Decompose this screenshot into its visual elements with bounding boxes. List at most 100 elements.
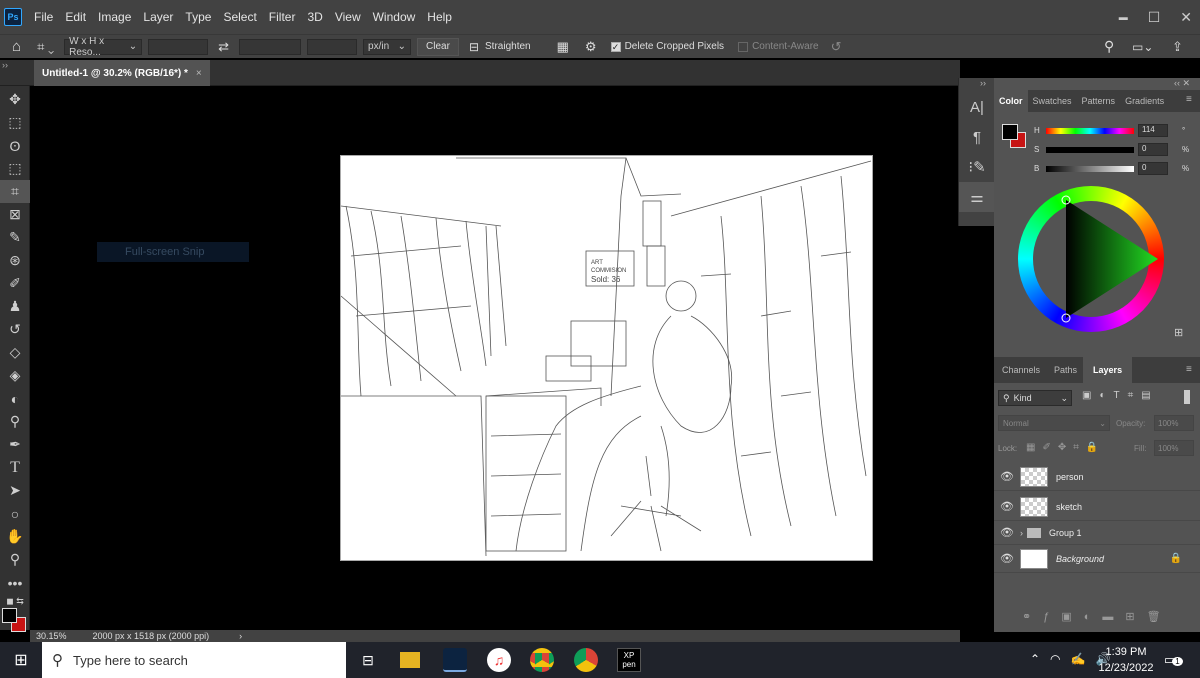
crop-tool-icon[interactable]: ⌗ [0, 180, 30, 203]
menu-edit[interactable]: Edit [59, 0, 92, 34]
crop-tool-preset-icon[interactable]: ⌗ ⌄ [37, 39, 54, 55]
content-aware-label[interactable]: Content-Aware [752, 41, 819, 52]
resolution-input[interactable] [307, 38, 358, 55]
straighten-label[interactable]: Straighten [485, 41, 531, 52]
layers-footer-icons[interactable]: ⚭ƒ▣◐▬⊞🗑 [1022, 610, 1173, 623]
layer-row-sketch[interactable]: 👁 sketch [994, 493, 1200, 521]
menu-file[interactable]: File [28, 0, 59, 34]
visibility-eye-icon[interactable]: 👁 [994, 552, 1020, 565]
hue-input[interactable]: 114 [1138, 124, 1168, 137]
windows-start-icon[interactable]: ⊞ [9, 648, 33, 672]
paragraph-panel-icon[interactable]: ¶ [959, 122, 995, 152]
lasso-tool-icon[interactable]: ʘ [0, 134, 30, 157]
color-fg-swatch[interactable] [1002, 124, 1018, 140]
itunes-icon[interactable]: ♫ [487, 648, 511, 672]
expand-group-icon[interactable]: › [1020, 528, 1023, 538]
saturation-slider[interactable] [1046, 146, 1134, 153]
path-selection-tool-icon[interactable]: ➤ [0, 479, 30, 502]
dodge-tool-icon[interactable]: ⚲ [0, 410, 30, 433]
maximize-button[interactable]: ☐ [1148, 9, 1161, 26]
object-select-tool-icon[interactable]: ⬚ [0, 157, 30, 180]
menu-select[interactable]: Select [217, 0, 262, 34]
menu-3d[interactable]: 3D [301, 0, 328, 34]
menu-view[interactable]: View [329, 0, 367, 34]
paint-bucket-tool-icon[interactable]: ◈ [0, 364, 30, 387]
xp-pen-icon[interactable]: XP pen [617, 648, 641, 672]
tab-swatches[interactable]: Swatches [1028, 96, 1077, 106]
tab-color[interactable]: Color [994, 90, 1028, 112]
tab-layers[interactable]: Layers [1083, 357, 1133, 383]
share-icon[interactable]: ⇪ [1172, 39, 1183, 55]
visibility-eye-icon[interactable]: 👁 [994, 500, 1020, 513]
brightness-input[interactable]: 0 [1138, 162, 1168, 175]
tab-gradients[interactable]: Gradients [1120, 96, 1169, 106]
blend-mode-select[interactable]: Normal ⌄ [998, 415, 1110, 431]
delete-cropped-label[interactable]: Delete Cropped Pixels [625, 41, 725, 52]
width-input[interactable] [148, 38, 209, 55]
tab-patterns[interactable]: Patterns [1077, 96, 1121, 106]
height-input[interactable] [239, 38, 302, 55]
panel-menu-icon[interactable]: ≡ [1186, 94, 1192, 105]
ratio-select[interactable]: W x H x Reso... ⌄ [64, 36, 143, 58]
task-view-icon[interactable]: ⊟ [356, 648, 380, 672]
grid-overlay-icon[interactable]: ▦ [557, 39, 569, 55]
ellipse-tool-icon[interactable]: ○ [0, 502, 30, 525]
visibility-eye-icon[interactable]: 👁 [994, 470, 1020, 483]
brightness-slider[interactable] [1046, 165, 1134, 172]
taskbar-search[interactable]: ⚲ Type here to search [42, 642, 346, 678]
filter-toggle-icon[interactable] [1184, 390, 1190, 404]
foreground-color-swatch[interactable] [2, 608, 17, 623]
visibility-eye-icon[interactable]: 👁 [994, 526, 1020, 539]
color-triangle[interactable] [1018, 186, 1164, 332]
document-tab[interactable]: Untitled-1 @ 30.2% (RGB/16*) * × [34, 60, 210, 86]
collapse-toolbar-icon[interactable]: ›› [2, 60, 8, 70]
notification-icon[interactable]: ▭1 [1164, 652, 1183, 668]
menu-image[interactable]: Image [92, 0, 137, 34]
clone-stamp-tool-icon[interactable]: ♟ [0, 295, 30, 318]
type-tool-icon[interactable]: T [0, 456, 30, 479]
search-icon[interactable]: ⚲ [1104, 38, 1114, 55]
tab-channels[interactable]: Channels [994, 365, 1048, 375]
expand-panels-icon[interactable]: ›› [980, 78, 986, 88]
file-explorer-icon[interactable] [400, 652, 420, 668]
minimize-button[interactable]: ▬ [1119, 12, 1128, 22]
chrome-icon[interactable] [530, 648, 554, 672]
filter-kind-select[interactable]: ⚲ Kind ⌄ [998, 390, 1072, 406]
healing-brush-tool-icon[interactable]: ⊛ [0, 249, 30, 272]
chevron-right-icon[interactable]: › [239, 631, 242, 641]
more-tools-icon[interactable]: ••• [0, 571, 30, 594]
straighten-icon[interactable]: ⊟ [469, 40, 479, 54]
brush-settings-icon[interactable]: ⁝✎ [959, 152, 995, 182]
properties-panel-icon[interactable]: ⚌ [959, 182, 995, 212]
color-wheel[interactable] [1018, 186, 1164, 332]
layers-panel-menu-icon[interactable]: ≡ [1186, 364, 1192, 375]
hue-slider[interactable] [1046, 127, 1134, 134]
fill-input[interactable]: 100% [1154, 440, 1194, 456]
gear-icon[interactable]: ⚙ [585, 39, 597, 55]
layer-row-background[interactable]: 👁 Background 🔒 [994, 545, 1200, 573]
reset-icon[interactable]: ↺ [831, 39, 842, 55]
blur-tool-icon[interactable]: ◐ [0, 387, 30, 410]
collapse-panel-icon[interactable]: ‹‹ ✕ [1174, 78, 1190, 89]
eyedropper-tool-icon[interactable]: ✎ [0, 226, 30, 249]
menu-filter[interactable]: Filter [263, 0, 302, 34]
add-color-icon[interactable]: ⊞ [1174, 326, 1183, 339]
pen-tool-icon[interactable]: ✒ [0, 433, 30, 456]
opacity-input[interactable]: 100% [1154, 415, 1194, 431]
close-button[interactable]: ✕ [1180, 9, 1192, 26]
chrome-profile-icon[interactable] [574, 648, 598, 672]
photoshop-taskbar-icon[interactable] [443, 648, 467, 672]
delete-cropped-checkbox[interactable]: ✓ [610, 41, 621, 52]
content-aware-checkbox[interactable] [738, 41, 749, 52]
tab-paths[interactable]: Paths [1048, 365, 1083, 375]
character-panel-icon[interactable]: A| [959, 92, 995, 122]
menu-window[interactable]: Window [367, 0, 422, 34]
layer-row-group-1[interactable]: 👁 › Group 1 [994, 521, 1200, 545]
clear-button[interactable]: Clear [417, 37, 459, 56]
menu-help[interactable]: Help [421, 0, 458, 34]
eraser-tool-icon[interactable]: ◇ [0, 341, 30, 364]
swap-dimensions-icon[interactable]: ⇄ [218, 39, 229, 55]
zoom-level[interactable]: 30.15% [36, 631, 67, 641]
menu-layer[interactable]: Layer [137, 0, 179, 34]
document-canvas[interactable]: ART COMMISION Sold: 36 [340, 155, 873, 561]
